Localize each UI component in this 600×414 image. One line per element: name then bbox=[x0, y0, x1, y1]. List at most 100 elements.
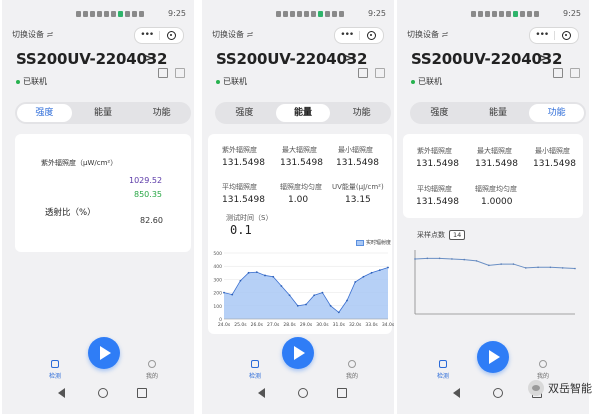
save-icon[interactable] bbox=[358, 68, 368, 78]
data-point bbox=[574, 267, 576, 270]
metric-label: 最大辐照度 bbox=[282, 146, 317, 154]
tab-intensity[interactable]: 强度 bbox=[17, 104, 72, 122]
uv-irradiance-label: 紫外辐照度（μW/cm²） bbox=[41, 159, 118, 167]
mine-nav-icon[interactable] bbox=[539, 360, 547, 368]
tab-function[interactable]: 功能 bbox=[529, 104, 585, 122]
data-point bbox=[426, 257, 429, 260]
play-button[interactable] bbox=[282, 337, 314, 369]
tab-function[interactable]: 功能 bbox=[134, 104, 189, 122]
system-home-icon[interactable] bbox=[298, 388, 308, 398]
x-tick-label: 24.0s bbox=[218, 322, 231, 328]
play-button[interactable] bbox=[477, 341, 509, 373]
nav-mine-label[interactable]: 我的 bbox=[146, 371, 158, 380]
status-time: 9:25 bbox=[563, 9, 581, 18]
metric-label: 最大辐照度 bbox=[477, 147, 512, 155]
x-tick-label: 33.0s bbox=[365, 322, 378, 328]
tab-intensity[interactable]: 强度 bbox=[217, 104, 272, 122]
chart-legend: 实时辐射度 bbox=[356, 239, 391, 246]
metric-label: 辐照度均匀度 bbox=[475, 185, 517, 193]
save-icon[interactable] bbox=[553, 68, 563, 78]
nav-detect-label[interactable]: 检测 bbox=[437, 371, 449, 380]
nav-mine-label[interactable]: 我的 bbox=[346, 371, 358, 380]
more-menu-icon[interactable]: ••• bbox=[335, 31, 359, 40]
status-time: 9:25 bbox=[168, 9, 186, 18]
mine-nav-icon[interactable] bbox=[348, 360, 356, 368]
play-button[interactable] bbox=[88, 337, 120, 369]
detect-nav-icon[interactable] bbox=[251, 360, 259, 368]
metric-value: 1.0000 bbox=[481, 197, 513, 207]
share-icon[interactable] bbox=[375, 68, 385, 78]
connected-dot-icon bbox=[16, 79, 20, 84]
x-tick-label: 26.0s bbox=[251, 322, 264, 328]
connection-status: 已联机 bbox=[411, 76, 442, 87]
tab-function[interactable]: 功能 bbox=[334, 104, 389, 122]
y-tick-label: 500 bbox=[213, 251, 222, 257]
legend-label: 实时辐射度 bbox=[366, 240, 392, 246]
system-recents-icon[interactable] bbox=[137, 388, 147, 398]
close-miniapp-icon[interactable] bbox=[160, 31, 184, 40]
data-point bbox=[247, 271, 250, 274]
system-home-icon[interactable] bbox=[98, 388, 108, 398]
tab-energy[interactable]: 能量 bbox=[275, 104, 331, 122]
nav-detect-label[interactable]: 检测 bbox=[249, 371, 261, 380]
data-point bbox=[255, 271, 258, 274]
miniapp-capsule: ••• bbox=[529, 27, 579, 44]
function-card: 紫外辐照度 最大辐照度 最小辐照度 131.5498 131.5498 131.… bbox=[403, 134, 583, 218]
more-menu-icon[interactable]: ••• bbox=[135, 31, 159, 40]
switch-device-link[interactable]: 切换设备 ≓ bbox=[407, 29, 448, 40]
miniapp-capsule: ••• bbox=[334, 27, 384, 44]
data-point bbox=[414, 258, 416, 260]
close-miniapp-icon[interactable] bbox=[555, 31, 579, 40]
close-miniapp-icon[interactable] bbox=[360, 31, 384, 40]
test-time-label: 测试时间（S） bbox=[226, 214, 273, 222]
uv-value-1: 1029.52 bbox=[129, 176, 163, 185]
chevron-right-icon[interactable]: > bbox=[143, 51, 153, 65]
detect-nav-icon[interactable] bbox=[51, 360, 59, 368]
system-recents-icon[interactable] bbox=[337, 388, 347, 398]
tab-energy[interactable]: 能量 bbox=[471, 104, 526, 122]
connection-status-text: 已联机 bbox=[23, 77, 47, 86]
metric-label: 最小辐照度 bbox=[535, 147, 570, 155]
data-point bbox=[321, 291, 324, 294]
data-point bbox=[313, 294, 316, 297]
y-tick-label: 300 bbox=[213, 277, 222, 283]
mine-nav-icon[interactable] bbox=[148, 360, 156, 368]
metric-label: 紫外辐照度 bbox=[222, 146, 257, 154]
system-home-icon[interactable] bbox=[493, 388, 503, 398]
metric-label: 紫外辐照度 bbox=[417, 147, 452, 155]
tab-intensity[interactable]: 强度 bbox=[412, 104, 467, 122]
tab-bar: 强度 能量 功能 bbox=[410, 102, 586, 124]
data-point bbox=[549, 266, 552, 269]
system-back-icon[interactable] bbox=[58, 388, 65, 398]
chevron-right-icon[interactable]: > bbox=[343, 51, 353, 65]
switch-device-link[interactable]: 切换设备 ≓ bbox=[212, 29, 253, 40]
phone-screen-intensity: 9:25 切换设备 ≓ ••• SS200UV-2204032 > 已联机 强度… bbox=[2, 0, 194, 414]
y-tick-label: 100 bbox=[213, 304, 222, 310]
metric-value: 131.5498 bbox=[222, 158, 265, 168]
watermark: 双岳智能 bbox=[528, 380, 592, 396]
nav-detect-label[interactable]: 检测 bbox=[49, 371, 61, 380]
data-point bbox=[288, 294, 291, 297]
data-point bbox=[346, 299, 348, 302]
data-point bbox=[488, 264, 490, 267]
metric-label: 平均辐照度 bbox=[222, 183, 257, 191]
data-point bbox=[264, 274, 266, 277]
save-icon[interactable] bbox=[158, 68, 168, 78]
system-back-icon[interactable] bbox=[453, 388, 460, 398]
more-menu-icon[interactable]: ••• bbox=[530, 31, 554, 40]
connection-status-text: 已联机 bbox=[223, 77, 247, 86]
tab-energy[interactable]: 能量 bbox=[76, 104, 131, 122]
x-tick-label: 29.0s bbox=[300, 322, 313, 328]
switch-device-link[interactable]: 切换设备 ≓ bbox=[12, 29, 53, 40]
share-icon[interactable] bbox=[175, 68, 185, 78]
detect-nav-icon[interactable] bbox=[439, 360, 447, 368]
status-bar: 9:25 bbox=[2, 0, 194, 26]
metric-value: 131.5498 bbox=[533, 159, 576, 169]
share-icon[interactable] bbox=[570, 68, 580, 78]
energy-card: 紫外辐照度 最大辐照度 最小辐照度 131.5498 131.5498 131.… bbox=[208, 134, 394, 334]
phone-screen-function: 9:25 切换设备 ≓ ••• SS200UV-2204032 > 已联机 强度… bbox=[397, 0, 589, 414]
system-back-icon[interactable] bbox=[258, 388, 265, 398]
nav-mine-label[interactable]: 我的 bbox=[537, 371, 549, 380]
data-point bbox=[280, 285, 283, 287]
chevron-right-icon[interactable]: > bbox=[538, 51, 548, 65]
